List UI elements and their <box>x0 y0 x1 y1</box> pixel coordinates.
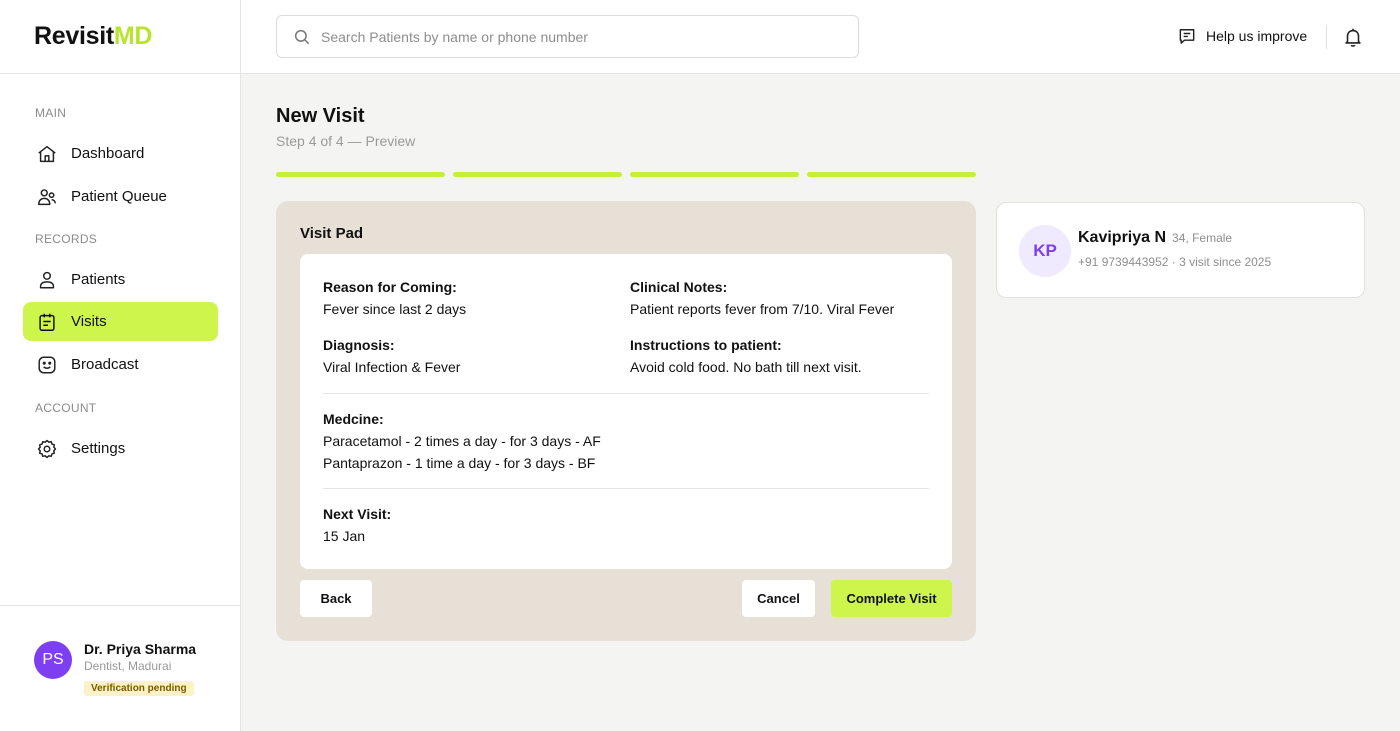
help-label: Help us improve <box>1206 28 1308 44</box>
field-label: Clinical Notes: <box>630 279 728 295</box>
sidebar-item-label: Broadcast <box>71 356 139 373</box>
sidebar-item-settings[interactable]: Settings <box>23 429 218 468</box>
progress-step <box>807 172 976 177</box>
field-label: Reason for Coming: <box>323 279 457 295</box>
patient-card[interactable]: KP Kavipriya N 34, Female +91 9739443952 … <box>996 202 1365 298</box>
app-logo[interactable]: RevisitMD <box>34 22 152 51</box>
field-label: Next Visit: <box>323 506 392 522</box>
sidebar-item-label: Visits <box>71 313 107 330</box>
smile-icon <box>35 353 59 377</box>
search-icon <box>293 28 311 46</box>
page-subtitle: Step 4 of 4 — Preview <box>276 133 416 149</box>
patient-contact: +91 9739443952 · 3 visit since 2025 <box>1078 255 1272 269</box>
sidebar: RevisitMD MAIN Dashboard Patient Queue R… <box>0 0 241 731</box>
field-value: 15 Jan <box>323 528 366 544</box>
visit-summary-card: Reason for Coming: Fever since last 2 da… <box>300 254 952 569</box>
visit-pad: Visit Pad Reason for Coming: Fever since… <box>276 201 976 641</box>
clipboard-icon <box>35 310 59 334</box>
logo-area: RevisitMD <box>0 0 240 74</box>
sidebar-item-label: Patient Queue <box>71 188 167 205</box>
sidebar-item-label: Patients <box>71 271 126 288</box>
search-input[interactable] <box>321 28 821 45</box>
patient-name-line: Kavipriya N 34, Female <box>1078 229 1232 247</box>
users-icon <box>35 185 59 209</box>
cancel-button[interactable]: Cancel <box>742 580 815 617</box>
back-button[interactable]: Back <box>300 580 372 617</box>
header-divider <box>1326 25 1327 49</box>
field-value: Fever since last 2 days <box>323 301 467 317</box>
reason-field: Reason for Coming: Fever since last 2 da… <box>323 276 466 320</box>
complete-visit-button[interactable]: Complete Visit <box>831 580 952 617</box>
logo-accent: MD <box>113 22 153 50</box>
medicine-field: Medcine: Paracetamol - 2 times a day - f… <box>323 408 601 474</box>
section-divider <box>323 488 929 489</box>
section-label-main: MAIN <box>35 106 67 120</box>
medicine-item: Paracetamol - 2 times a day - for 3 days… <box>323 433 601 449</box>
sidebar-item-dashboard[interactable]: Dashboard <box>23 134 218 173</box>
field-label: Diagnosis: <box>323 337 395 353</box>
avatar: PS <box>34 641 72 679</box>
logo-main: Revisit <box>34 22 114 50</box>
status-badge: Verification pending <box>84 681 194 696</box>
sidebar-item-visits[interactable]: Visits <box>23 302 218 341</box>
help-us-improve-button[interactable]: Help us improve <box>1177 26 1307 46</box>
step-progress <box>276 172 976 177</box>
patient-meta: 34, Female <box>1172 231 1233 245</box>
user-profile[interactable]: PS Dr. Priya Sharma Dentist, Madurai Ver… <box>0 605 240 731</box>
user-icon <box>35 268 59 292</box>
progress-step <box>276 172 445 177</box>
section-label-records: RECORDS <box>35 232 98 246</box>
home-icon <box>35 142 59 166</box>
field-label: Medcine: <box>323 411 384 427</box>
field-value: Patient reports fever from 7/10. Viral F… <box>630 301 895 317</box>
next-visit-field: Next Visit: 15 Jan <box>323 503 391 547</box>
medicine-item: Pantaprazon - 1 time a day - for 3 days … <box>323 455 596 471</box>
field-label: Instructions to patient: <box>630 337 782 353</box>
sidebar-item-patient-queue[interactable]: Patient Queue <box>23 177 218 216</box>
notification-bell-icon[interactable] <box>1342 25 1364 54</box>
user-role: Dentist, Madurai <box>84 659 172 673</box>
user-name: Dr. Priya Sharma <box>84 641 197 657</box>
progress-step <box>630 172 799 177</box>
patient-avatar: KP <box>1019 225 1071 277</box>
gear-icon <box>35 437 59 461</box>
visit-pad-title: Visit Pad <box>300 225 364 242</box>
sidebar-item-label: Settings <box>71 440 126 457</box>
sidebar-item-patients[interactable]: Patients <box>23 260 218 299</box>
top-bar: Help us improve <box>241 0 1400 74</box>
search-box[interactable] <box>276 15 859 58</box>
sidebar-item-label: Dashboard <box>71 145 145 162</box>
clinical-notes-field: Clinical Notes: Patient reports fever fr… <box>630 276 894 320</box>
diagnosis-field: Diagnosis: Viral Infection & Fever <box>323 334 460 378</box>
patient-name: Kavipriya N <box>1078 229 1167 246</box>
sidebar-item-broadcast[interactable]: Broadcast <box>23 345 218 384</box>
instructions-field: Instructions to patient: Avoid cold food… <box>630 334 862 378</box>
field-value: Avoid cold food. No bath till next visit… <box>630 359 862 375</box>
progress-step <box>453 172 622 177</box>
page-title: New Visit <box>276 105 365 127</box>
field-value: Viral Infection & Fever <box>323 359 461 375</box>
section-divider <box>323 393 929 394</box>
message-icon <box>1177 26 1197 46</box>
section-label-account: ACCOUNT <box>35 401 97 415</box>
